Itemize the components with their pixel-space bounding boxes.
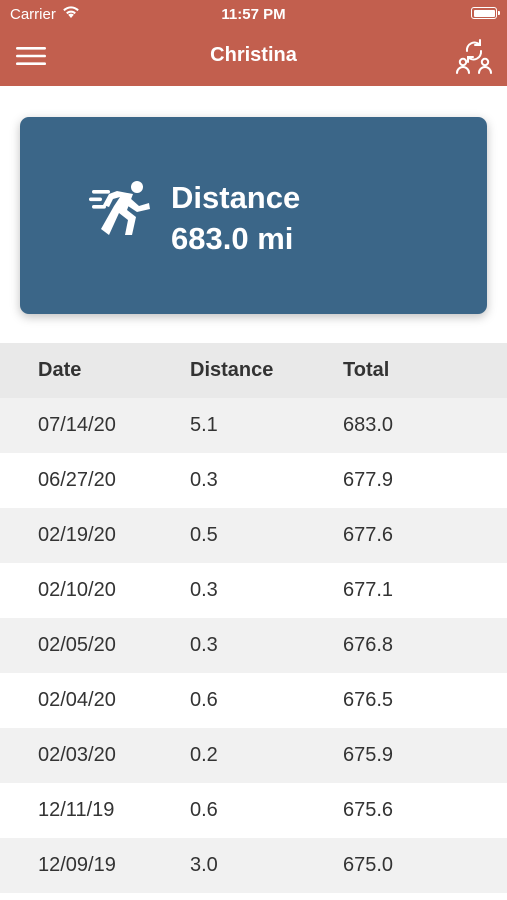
table-row[interactable]: 12/09/19 3.0 675.0 [0, 838, 507, 893]
row-date: 12/09/19 [38, 854, 116, 876]
row-distance: 0.5 [190, 524, 218, 546]
table-row[interactable]: 02/05/20 0.3 676.8 [0, 618, 507, 673]
row-distance: 0.3 [190, 469, 218, 491]
row-date: 12/11/19 [38, 799, 115, 821]
table-row[interactable]: 06/27/20 0.3 677.9 [0, 453, 507, 508]
status-bar: Carrier 11:57 PM [0, 0, 507, 28]
page-title: Christina [210, 44, 297, 66]
table-row[interactable]: 07/14/20 5.1 683.0 [0, 398, 507, 453]
row-date: 07/14/20 [38, 414, 116, 436]
table-header-row: Date Distance Total [0, 343, 507, 398]
row-distance: 0.3 [190, 579, 218, 601]
row-date: 02/05/20 [38, 634, 116, 656]
table-row[interactable]: 02/10/20 0.3 677.1 [0, 563, 507, 618]
table-row[interactable]: 12/11/19 0.6 675.6 [0, 783, 507, 838]
row-distance: 0.3 [190, 634, 218, 656]
table-row[interactable]: 02/04/20 0.6 676.5 [0, 673, 507, 728]
switch-user-icon[interactable] [455, 36, 493, 76]
row-distance: 0.6 [190, 799, 218, 821]
row-total: 676.5 [343, 689, 394, 711]
row-distance: 5.1 [190, 414, 218, 436]
column-header-date: Date [38, 359, 82, 381]
row-total: 676.8 [343, 634, 394, 656]
column-header-distance: Distance [190, 359, 274, 381]
row-total: 677.6 [343, 524, 394, 546]
row-date: 02/04/20 [38, 689, 116, 711]
table-row[interactable]: 02/19/20 0.5 677.6 [0, 508, 507, 563]
row-total: 677.1 [343, 579, 394, 601]
column-header-total: Total [343, 359, 390, 381]
summary-label: Distance [171, 180, 301, 215]
row-date: 02/10/20 [38, 579, 116, 601]
row-total: 675.9 [343, 744, 394, 766]
row-total: 675.0 [343, 854, 394, 876]
row-total: 675.6 [343, 799, 394, 821]
table-row[interactable]: 02/03/20 0.2 675.9 [0, 728, 507, 783]
row-total: 683.0 [343, 414, 394, 436]
battery-icon [471, 7, 500, 19]
row-distance: 0.6 [190, 689, 218, 711]
row-total: 677.9 [343, 469, 394, 491]
summary-value: 683.0 mi [171, 221, 294, 256]
row-distance: 3.0 [190, 854, 218, 876]
distance-summary-card: Distance 683.0 mi [20, 117, 487, 314]
running-person-icon [89, 181, 150, 235]
row-distance: 0.2 [190, 744, 218, 766]
distance-table: Date Distance Total 07/14/20 5.1 683.0 0… [0, 343, 507, 893]
row-date: 06/27/20 [38, 469, 116, 491]
row-date: 02/03/20 [38, 744, 116, 766]
row-date: 02/19/20 [38, 524, 116, 546]
navigation-bar: Christina [0, 28, 507, 86]
status-time: 11:57 PM [221, 6, 286, 23]
